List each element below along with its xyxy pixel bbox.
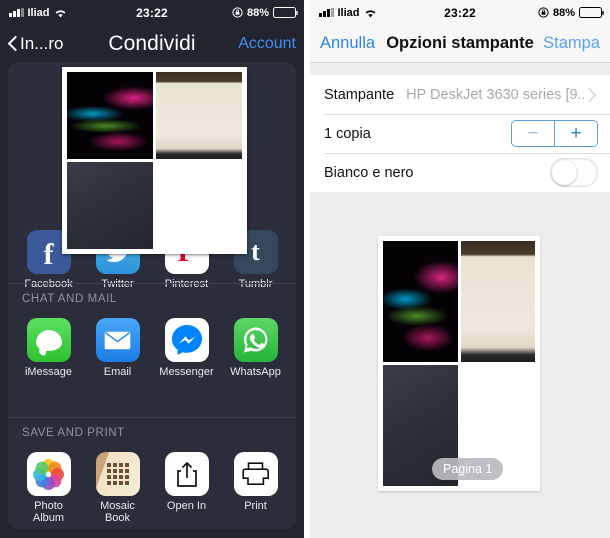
right-phone-screen: Iliad 23:22 88% Annulla Opzioni stampant… [310, 0, 610, 538]
share-out-icon [164, 452, 209, 496]
share-target-imessage[interactable]: iMessage [18, 318, 80, 378]
dual-screenshot-container: Iliad 23:22 88% In...ro Condividi Accoun… [0, 0, 610, 538]
share-preview-sheet[interactable] [62, 67, 247, 254]
imessage-icon [26, 318, 71, 362]
photo-tile-wall [460, 241, 535, 362]
section-save-and-print: SAVE AND PRINT Photo Album Mosaic Book O… [8, 417, 296, 524]
black-and-white-toggle[interactable] [550, 158, 598, 187]
copies-row: 1 copia − + [310, 114, 610, 153]
share-target-open-in[interactable]: Open In [156, 452, 218, 512]
copies-stepper[interactable]: − + [511, 120, 598, 147]
photo-tile-abstract [67, 72, 153, 159]
rotation-lock-icon [232, 7, 243, 18]
app-label: iMessage [24, 366, 73, 378]
share-target-mosaic-book[interactable]: Mosaic Book [87, 452, 149, 524]
copies-label: 1 copia [324, 125, 371, 142]
app-label: WhatsApp [230, 366, 281, 378]
photo-grid [383, 241, 535, 486]
left-phone-screen: Iliad 23:22 88% In...ro Condividi Accoun… [0, 0, 304, 538]
status-bar-left: Iliad 23:22 88% [0, 0, 304, 25]
share-target-print[interactable]: Print [225, 452, 287, 512]
printer-row[interactable]: Stampante HP DeskJet 3630 series [9... [310, 75, 610, 114]
account-button[interactable]: Account [238, 35, 296, 53]
battery-icon [579, 7, 605, 18]
printer-label: Stampante [324, 86, 395, 103]
page-number-badge: Pagina 1 [432, 458, 504, 480]
printer-value: HP DeskJet 3630 series [9... [406, 86, 584, 103]
print-preview-page[interactable]: Pagina 1 [378, 236, 540, 491]
messenger-icon [164, 318, 209, 362]
app-label: Print [244, 500, 267, 512]
nav-bar-left: In...ro Condividi Account [0, 25, 304, 62]
battery-icon [273, 7, 299, 18]
app-label: Open In [166, 500, 207, 512]
mosaic-book-icon [95, 452, 140, 496]
battery-percent-label: 88% [246, 6, 269, 19]
mosaic-pattern [106, 463, 129, 485]
section-chat-and-mail: CHAT AND MAIL iMessage Email Messenger W… [8, 283, 296, 378]
copies-decrement-button[interactable]: − [512, 121, 555, 146]
printer-options-group: Stampante HP DeskJet 3630 series [9... 1… [310, 75, 610, 192]
share-target-whatsapp[interactable]: WhatsApp [225, 318, 287, 378]
share-target-messenger[interactable]: Messenger [156, 318, 218, 378]
photo-tile-blank [156, 162, 242, 249]
section-header-save-and-print: SAVE AND PRINT [22, 427, 125, 439]
section-header-chat-and-mail: CHAT AND MAIL [22, 293, 117, 305]
photo-tile-dark [67, 162, 153, 249]
status-bar-right-group: 88% [232, 6, 299, 19]
battery-percent-label: 88% [552, 6, 575, 19]
black-and-white-label: Bianco e nero [324, 164, 414, 181]
photo-grid [67, 72, 242, 249]
status-bar-right-group: 88% [538, 6, 605, 19]
email-icon [95, 318, 140, 362]
photos-icon [26, 452, 71, 496]
photos-flower-shape [32, 457, 66, 491]
black-and-white-row: Bianco e nero [310, 153, 610, 192]
whatsapp-icon [233, 318, 278, 362]
app-label: Mosaic Book [100, 500, 135, 524]
app-label: Photo Album [32, 500, 65, 524]
share-target-photo-album[interactable]: Photo Album [18, 452, 80, 524]
print-button[interactable]: Stampa [543, 34, 600, 53]
nav-bar-right: Annulla Opzioni stampante Stampa [310, 25, 610, 63]
photo-tile-abstract [383, 241, 458, 362]
rotation-lock-icon [538, 7, 549, 18]
copies-increment-button[interactable]: + [555, 121, 597, 146]
toggle-knob [552, 160, 577, 185]
chat-app-grid: iMessage Email Messenger WhatsApp [8, 312, 296, 378]
app-label: Email [103, 366, 132, 378]
printer-icon [233, 452, 278, 496]
share-target-email[interactable]: Email [87, 318, 149, 378]
app-label: Messenger [159, 366, 214, 378]
chevron-right-icon [581, 87, 597, 102]
status-bar-right: Iliad 23:22 88% [310, 0, 610, 25]
photo-tile-wall [156, 72, 242, 159]
print-preview-area: Pagina 1 [310, 227, 610, 538]
save-print-app-grid: Photo Album Mosaic Book Open In Print [8, 446, 296, 524]
